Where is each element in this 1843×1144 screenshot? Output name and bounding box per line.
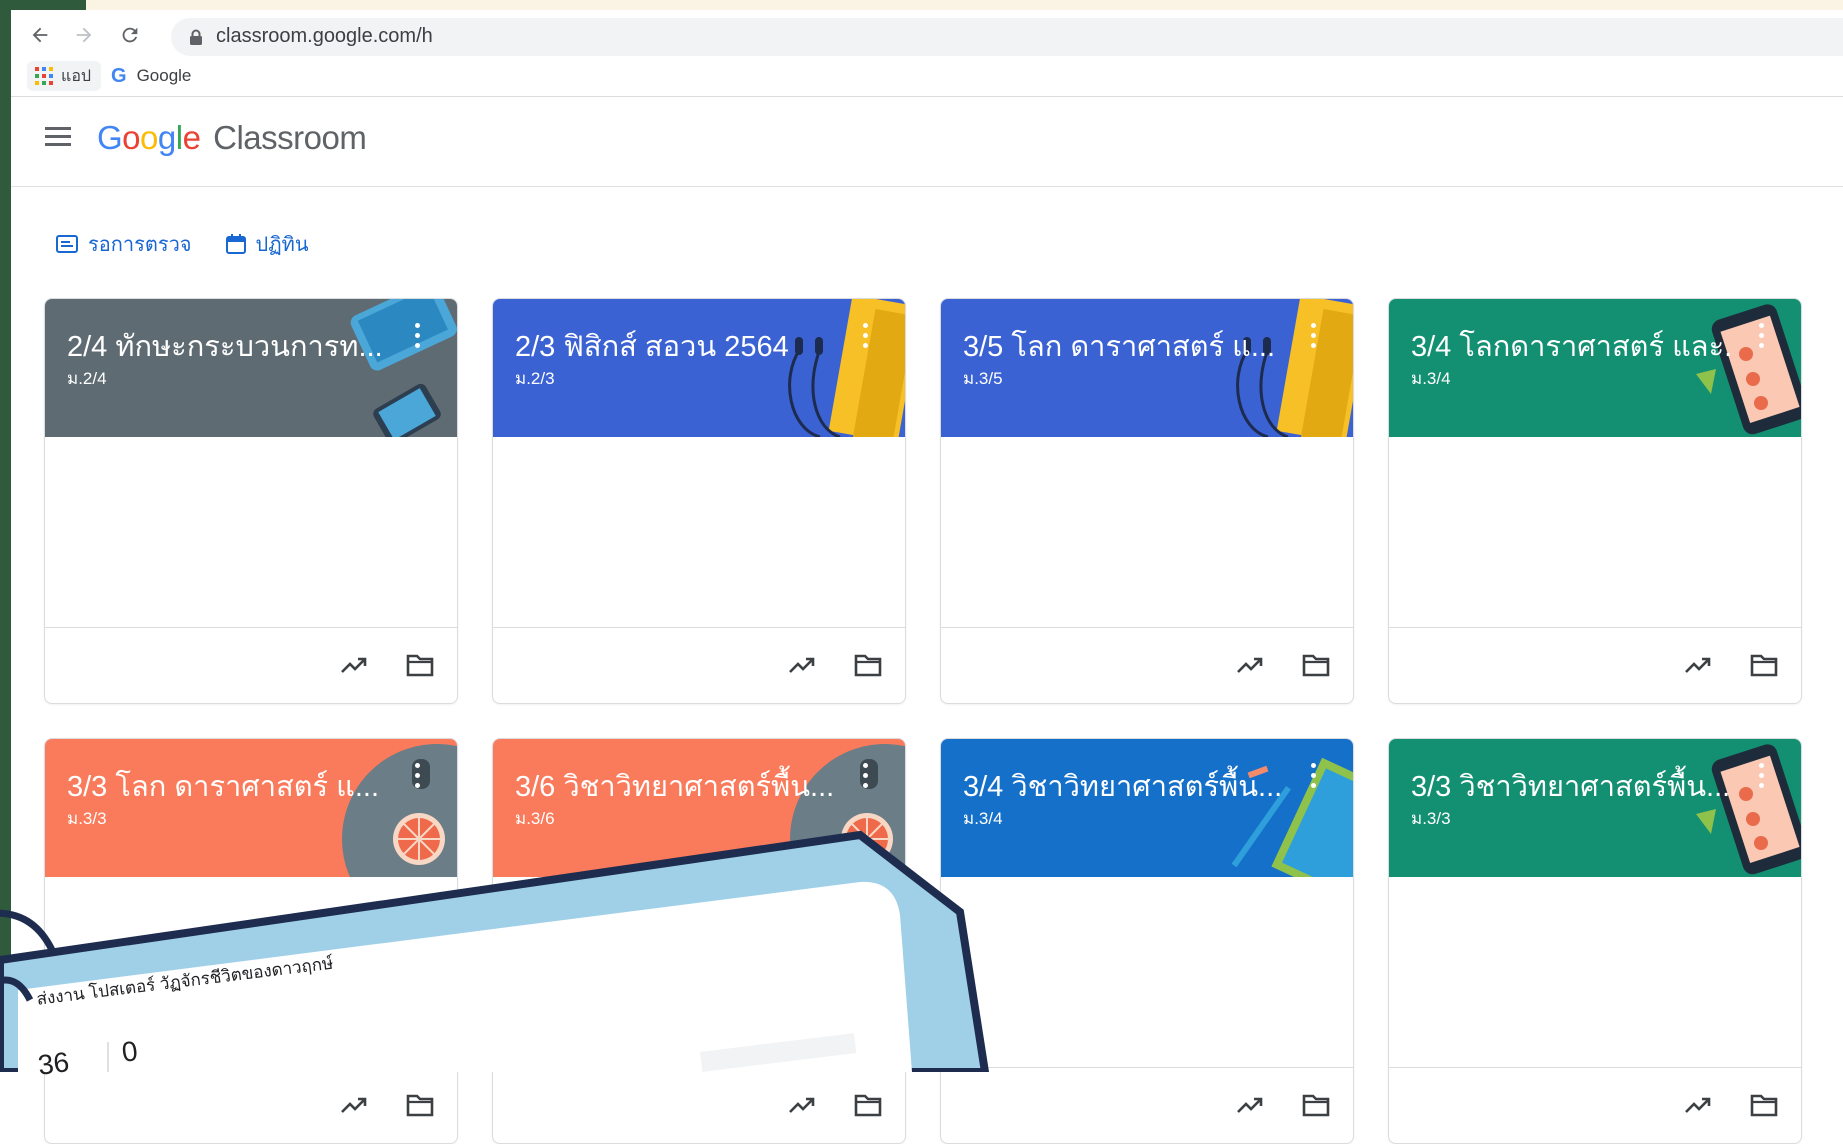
- browser-toolbar: classroom.google.com/h: [11, 10, 1843, 56]
- folder-icon[interactable]: [1749, 652, 1779, 678]
- class-card-banner[interactable]: 3/4 โลกดาราศาสตร์ และ... ม.3/4: [1389, 299, 1801, 437]
- folder-icon[interactable]: [853, 1092, 883, 1118]
- class-section: ม.2/3: [515, 369, 555, 388]
- class-card-footer: [1389, 1067, 1801, 1143]
- folder-icon[interactable]: [405, 1092, 435, 1118]
- more-options-icon[interactable]: [1311, 763, 1317, 793]
- more-options-icon[interactable]: [1759, 323, 1765, 353]
- class-card-footer: [1389, 627, 1801, 703]
- class-card-footer: [493, 1067, 905, 1143]
- bookmark-google[interactable]: G Google: [111, 61, 191, 91]
- to-review-label: รอการตรวจ: [88, 234, 192, 256]
- folder-icon[interactable]: [1301, 652, 1331, 678]
- trending-up-icon[interactable]: [1683, 652, 1713, 678]
- slide-top-strip: [86, 0, 1843, 10]
- class-card-footer: [45, 1067, 457, 1143]
- back-arrow-icon[interactable]: [27, 22, 53, 48]
- class-card[interactable]: 2/3 ฟิสิกส์ สอวน 2564 ม.2/3: [492, 298, 906, 704]
- to-review-icon: [56, 235, 78, 253]
- class-section: ม.3/4: [1411, 369, 1451, 388]
- class-card-banner[interactable]: 2/4 ทักษะกระบวนการท... ม.2/4: [45, 299, 457, 437]
- forward-arrow-icon[interactable]: [71, 22, 97, 48]
- class-card-banner[interactable]: 3/6 วิชาวิทยาศาสตร์พื้น... ม.3/6: [493, 739, 905, 877]
- more-options-icon[interactable]: [415, 763, 421, 793]
- class-section: ม.3/4: [963, 809, 1003, 828]
- class-card-banner[interactable]: 3/4 วิชาวิทยาศาสตร์พื้น... ม.3/4: [941, 739, 1353, 877]
- class-card-footer: [941, 1067, 1353, 1143]
- class-title[interactable]: 2/3 ฟิสิกส์ สอวน 2564: [515, 323, 789, 369]
- class-card[interactable]: 3/3 โลก ดาราศาสตร์ แ... ม.3/3: [44, 738, 458, 1144]
- class-section: ม.3/6: [515, 809, 555, 828]
- bookmark-apps[interactable]: แอป: [27, 61, 102, 91]
- app-header: Google Classroom: [11, 97, 1843, 187]
- trending-up-icon[interactable]: [787, 1092, 817, 1118]
- bookmarks-bar: แอป G Google: [11, 56, 1843, 97]
- trending-up-icon[interactable]: [1235, 1092, 1265, 1118]
- bookmark-google-label: Google: [136, 66, 192, 85]
- trending-up-icon[interactable]: [787, 652, 817, 678]
- class-card[interactable]: 3/6 วิชาวิทยาศาสตร์พื้น... ม.3/6: [492, 738, 906, 1144]
- trending-up-icon[interactable]: [339, 1092, 369, 1118]
- class-card[interactable]: 3/4 วิชาวิทยาศาสตร์พื้น... ม.3/4: [940, 738, 1354, 1144]
- turned-in-count: 36: [36, 1046, 71, 1081]
- slide-frame-left: [0, 0, 11, 1072]
- calendar-link[interactable]: ปฏิทิน: [225, 228, 309, 260]
- folder-icon[interactable]: [853, 652, 883, 678]
- class-card[interactable]: 3/4 โลกดาราศาสตร์ และ... ม.3/4: [1388, 298, 1802, 704]
- trending-up-icon[interactable]: [1683, 1092, 1713, 1118]
- reload-icon[interactable]: [117, 22, 143, 48]
- class-section: ม.3/3: [67, 809, 107, 828]
- class-title[interactable]: 3/4 โลกดาราศาสตร์ และ...: [1411, 323, 1731, 369]
- class-section: ม.3/3: [1411, 809, 1451, 828]
- trending-up-icon[interactable]: [339, 652, 369, 678]
- address-bar[interactable]: classroom.google.com/h: [171, 18, 1843, 56]
- class-title[interactable]: 3/5 โลก ดาราศาสตร์ แ...: [963, 323, 1275, 369]
- apps-grid-icon: [35, 67, 53, 85]
- google-classroom-logo[interactable]: Google Classroom: [97, 119, 367, 157]
- class-card[interactable]: 2/4 ทักษะกระบวนการท... ม.2/4: [44, 298, 458, 704]
- class-title[interactable]: 3/4 วิชาวิทยาศาสตร์พื้น...: [963, 763, 1282, 809]
- class-section: ม.2/4: [67, 369, 107, 388]
- trending-up-icon[interactable]: [1235, 652, 1265, 678]
- url-text: classroom.google.com/h: [216, 25, 433, 47]
- class-title[interactable]: 3/6 วิชาวิทยาศาสตร์พื้น...: [515, 763, 834, 809]
- google-g-icon: G: [111, 64, 127, 87]
- class-title[interactable]: 2/4 ทักษะกระบวนการท...: [67, 323, 383, 369]
- to-review-link[interactable]: รอการตรวจ: [56, 228, 192, 260]
- quick-links: รอการตรวจ ปฏิทิน: [56, 228, 309, 260]
- class-card-footer: [941, 627, 1353, 703]
- class-title[interactable]: 3/3 วิชาวิทยาศาสตร์พื้น...: [1411, 763, 1730, 809]
- calendar-label: ปฏิทิน: [255, 234, 309, 256]
- class-card-banner[interactable]: 2/3 ฟิสิกส์ สอวน 2564 ม.2/3: [493, 299, 905, 437]
- class-title[interactable]: 3/3 โลก ดาราศาสตร์ แ...: [67, 763, 379, 809]
- slide-frame-top: [0, 0, 86, 10]
- more-options-icon[interactable]: [863, 323, 869, 353]
- more-options-icon[interactable]: [415, 323, 421, 353]
- folder-icon[interactable]: [405, 652, 435, 678]
- class-section: ม.3/5: [963, 369, 1003, 388]
- calendar-icon: [225, 234, 246, 254]
- bookmark-apps-label: แอป: [61, 67, 92, 85]
- class-card-banner[interactable]: 3/5 โลก ดาราศาสตร์ แ... ม.3/5: [941, 299, 1353, 437]
- class-card-banner[interactable]: 3/3 วิชาวิทยาศาสตร์พื้น... ม.3/3: [1389, 739, 1801, 877]
- class-card-footer: [493, 627, 905, 703]
- class-card[interactable]: 3/3 วิชาวิทยาศาสตร์พื้น... ม.3/3: [1388, 738, 1802, 1144]
- hamburger-menu-icon[interactable]: [45, 127, 71, 151]
- more-options-icon[interactable]: [863, 763, 869, 793]
- lock-icon: [190, 29, 202, 45]
- class-card-footer: [45, 627, 457, 703]
- more-options-icon[interactable]: [1311, 323, 1317, 353]
- class-card[interactable]: 3/5 โลก ดาราศาสตร์ แ... ม.3/5: [940, 298, 1354, 704]
- folder-icon[interactable]: [1749, 1092, 1779, 1118]
- class-card-banner[interactable]: 3/3 โลก ดาราศาสตร์ แ... ม.3/3: [45, 739, 457, 877]
- more-options-icon[interactable]: [1759, 763, 1765, 793]
- folder-icon[interactable]: [1301, 1092, 1331, 1118]
